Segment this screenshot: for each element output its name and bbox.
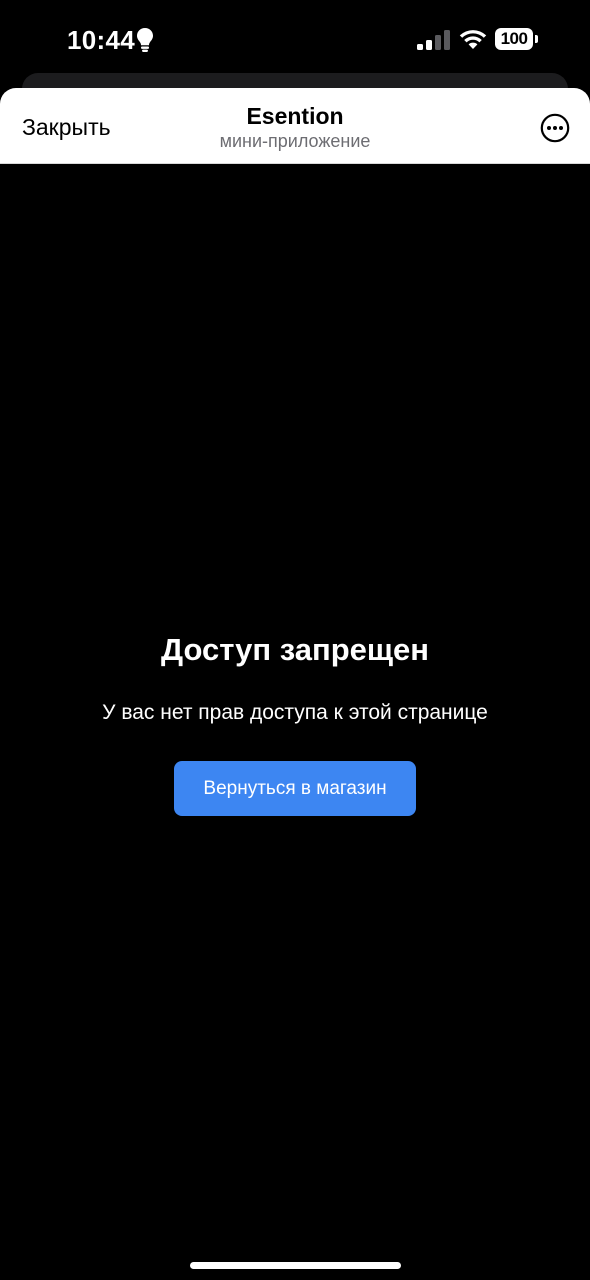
status-bar: 10:44 100 bbox=[0, 0, 590, 80]
app-subtitle: мини-приложение bbox=[219, 131, 371, 151]
mini-app-header: Закрыть Esention мини-приложение bbox=[0, 88, 590, 164]
access-denied-title: Доступ запрещен bbox=[160, 632, 430, 667]
battery-level: 100 bbox=[495, 28, 533, 50]
wifi-icon bbox=[459, 30, 487, 49]
back-to-store-button[interactable]: Вернуться в магазин bbox=[174, 761, 416, 816]
more-options-icon[interactable] bbox=[540, 113, 570, 143]
status-time: 10:44 bbox=[67, 25, 135, 55]
access-denied-message: У вас нет прав доступа к этой странице bbox=[102, 701, 488, 724]
cellular-signal-icon bbox=[417, 30, 450, 50]
home-indicator[interactable] bbox=[190, 1262, 401, 1269]
battery-tip bbox=[535, 35, 538, 43]
app-title: Esention bbox=[246, 103, 344, 129]
battery-icon: 100 bbox=[495, 28, 539, 50]
lightbulb-icon bbox=[137, 28, 153, 52]
